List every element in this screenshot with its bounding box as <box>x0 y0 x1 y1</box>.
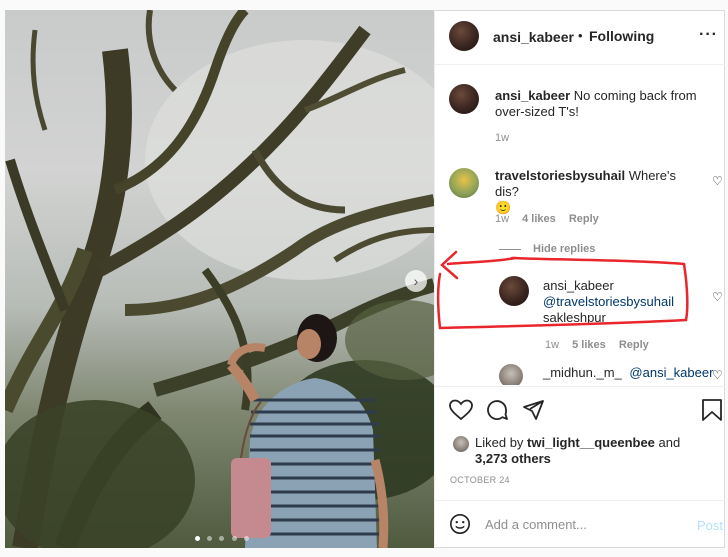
header-separator: • <box>578 28 583 43</box>
divider <box>435 500 725 501</box>
post-photo[interactable]: › <box>5 10 434 548</box>
avatar[interactable] <box>449 21 479 51</box>
reply-meta: 1w 5 likes Reply <box>545 339 649 351</box>
add-comment-input[interactable]: Add a comment... <box>485 517 587 532</box>
comment-meta: 1w 4 likes Reply <box>495 213 599 225</box>
reply-mention[interactable]: @travelstoriesbysuhail <box>543 294 674 309</box>
reply-reply-button[interactable]: Reply <box>619 339 649 351</box>
header-username[interactable]: ansi_kabeer <box>493 29 574 45</box>
caption-username[interactable]: ansi_kabeer <box>495 88 570 103</box>
emoji-icon[interactable] <box>449 513 471 535</box>
like-reply-heart-icon[interactable]: ♡ <box>712 290 723 304</box>
reply-comment: ansi_kabeer @travelstoriesbysuhail sakle… <box>543 278 693 326</box>
liked-by-others[interactable]: 3,273 others <box>475 451 551 466</box>
comment-reply-button[interactable]: Reply <box>569 213 599 225</box>
reply-text: sakleshpur <box>543 310 606 325</box>
bookmark-icon[interactable] <box>701 398 723 422</box>
heart-icon[interactable] <box>449 399 473 421</box>
like-comment-heart-icon[interactable]: ♡ <box>712 174 723 188</box>
reply-username[interactable]: ansi_kabeer <box>543 278 614 293</box>
comment-likes[interactable]: 4 likes <box>522 213 556 225</box>
replies-line <box>499 248 521 250</box>
comment-icon[interactable] <box>485 398 509 422</box>
avatar[interactable] <box>499 276 529 306</box>
post-comment-button[interactable]: Post <box>697 518 723 533</box>
post-date[interactable]: OCTOBER 24 <box>450 475 510 485</box>
post-header: ansi_kabeer • Following ··· <box>435 10 725 65</box>
partial-comment-username[interactable]: _midhun._m_ <box>543 365 622 380</box>
partial-comment-mention[interactable]: @ansi_kabeer <box>629 365 713 380</box>
comment-time[interactable]: 1w <box>495 213 509 225</box>
tree-photo-illustration <box>5 10 434 548</box>
share-icon[interactable] <box>521 398 545 422</box>
like-partial-heart-icon[interactable]: ♡ <box>712 368 723 382</box>
carousel-dot-active <box>194 536 200 541</box>
chevron-right-icon: › <box>413 273 419 289</box>
post-side-panel: ansi_kabeer • Following ··· ansi_kabeer … <box>434 10 725 548</box>
reply-likes[interactable]: 5 likes <box>572 339 606 351</box>
partial-comment: _midhun._m_ @ansi_kabeer <box>543 365 713 381</box>
hide-replies-toggle[interactable]: Hide replies <box>499 243 595 255</box>
carousel-dot <box>231 536 237 541</box>
caption-time[interactable]: 1w <box>495 132 509 144</box>
reply-time[interactable]: 1w <box>545 339 559 351</box>
liked-by-user[interactable]: twi_light__queenbee <box>527 435 655 450</box>
following-button[interactable]: Following <box>589 28 654 44</box>
avatar[interactable] <box>449 168 479 198</box>
carousel-dots <box>193 528 251 541</box>
comment: travelstoriesbysuhail Where's dis? 🙂 <box>495 168 695 216</box>
partial-comment-wrapper: _midhun._m_ @ansi_kabeer ♡ <box>435 362 725 385</box>
comment-username[interactable]: travelstoriesbysuhail <box>495 168 625 183</box>
liker-avatar[interactable] <box>453 436 469 452</box>
liked-by-prefix: Liked by <box>475 435 524 450</box>
carousel-dot <box>206 536 212 541</box>
ellipsis-icon[interactable]: ··· <box>699 26 718 44</box>
avatar[interactable] <box>499 364 523 385</box>
liked-by-and: and <box>658 435 681 450</box>
hide-replies-label: Hide replies <box>533 243 596 255</box>
carousel-next-button[interactable]: › <box>405 270 427 292</box>
caption: ansi_kabeer No coming back from over-siz… <box>495 88 717 120</box>
divider <box>435 386 725 387</box>
avatar[interactable] <box>449 84 479 114</box>
liked-by: Liked by twi_light__queenbee and 3,273 o… <box>475 435 715 467</box>
